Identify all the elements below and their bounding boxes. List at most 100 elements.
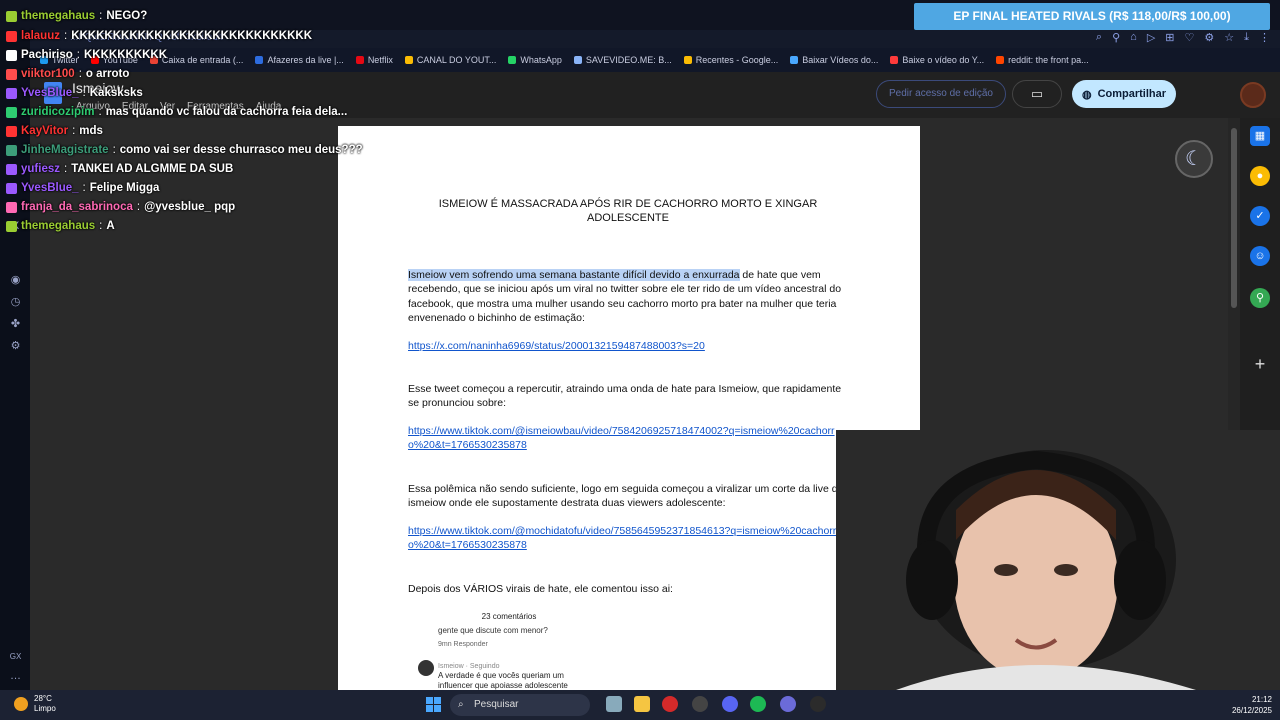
opera-gx-icon[interactable] [662, 696, 678, 712]
chat-message: franja_da_sabrinoca: @yvesblue_ pqp [6, 201, 235, 213]
request-edit-access-button[interactable]: Pedir acesso de edição [876, 80, 1006, 108]
link-3[interactable]: https://www.tiktok.com/@mochidatofu/vide… [408, 524, 848, 553]
meet-button[interactable]: ▭ [1012, 80, 1062, 108]
keep-icon[interactable]: ● [1250, 166, 1270, 186]
document-heading: ISMEIOW É MASSACRADA APÓS RIR DE CACHORR… [438, 198, 818, 224]
bookmark-item[interactable]: Baixar Vídeos do... [790, 55, 878, 65]
paragraph-2: Esse tweet começou a repercutir, atraind… [408, 383, 842, 410]
bookmark-favicon-icon [683, 56, 692, 64]
chat-badge-icon [6, 10, 17, 22]
windows-start-icon[interactable] [426, 697, 441, 712]
bookmark-favicon-icon [790, 56, 799, 64]
share-label: Compartilhar [1097, 88, 1167, 100]
heart-icon[interactable]: ♡ [1185, 31, 1195, 44]
contacts-icon[interactable]: ☺ [1250, 246, 1270, 266]
chat-text: Kaksksks [89, 87, 143, 99]
chat-text: KKKKKKKKKKKKKKKKKKKKKKKKKKKKK [71, 30, 313, 42]
scroll-thumb[interactable] [1231, 128, 1237, 308]
chat-text: @yvesblue_ pqp [144, 201, 236, 213]
chat-message: Pachiriso: KKKKKKKKKK [6, 49, 167, 61]
chat-separator: : [72, 125, 76, 137]
bookmark-item[interactable]: CANAL DO YOUT... [404, 55, 496, 65]
add-icon[interactable]: + [1250, 354, 1270, 374]
pin-icon[interactable]: ⚲ [1112, 31, 1120, 44]
chat-username: yufiesz [21, 163, 60, 175]
tasks-icon[interactable]: ✓ [1250, 206, 1270, 226]
maps-icon[interactable]: ⚲ [1250, 288, 1270, 308]
chat-username: franja_da_sabrinoca [21, 201, 133, 213]
avatar[interactable] [1240, 82, 1266, 108]
clock[interactable]: 21:12 26/12/2025 [1222, 694, 1272, 716]
discord-icon[interactable] [722, 696, 738, 712]
bookmark-icon[interactable]: ☆ [1224, 31, 1234, 44]
download-icon[interactable]: ⤓ [1244, 31, 1249, 44]
chat-badge-icon [6, 87, 17, 99]
terminal-icon[interactable] [810, 696, 826, 712]
chat-username: JinheMagistrate [21, 144, 109, 156]
bookmark-item[interactable]: Recentes - Google... [683, 55, 778, 65]
bookmark-item[interactable]: reddit: the front pa... [996, 55, 1089, 65]
chat-badge-icon [6, 182, 17, 194]
chat-message: lalauuz: KKKKKKKKKKKKKKKKKKKKKKKKKKKKK [6, 30, 312, 42]
taskbar: 28°C Limpo ⌕ Pesquisar 21:12 26/12/2025 [0, 690, 1280, 720]
bookmark-item[interactable]: WhatsApp [508, 55, 562, 65]
link-1[interactable]: https://x.com/naninha6969/status/2000132… [408, 339, 848, 353]
chat-badge-icon [6, 106, 17, 118]
globe-icon: ◍ [1081, 88, 1092, 101]
chat-username: themegahaus [21, 220, 96, 232]
chat-badge-icon [6, 163, 17, 175]
search-label: Pesquisar [474, 699, 519, 710]
taskbar-search[interactable]: ⌕ Pesquisar [450, 694, 590, 716]
paragraph-1: Ismeiow vem sofrendo uma semana bastante… [408, 268, 848, 325]
puzzle-icon[interactable]: ✤ [9, 318, 22, 331]
chat-badge-icon [6, 220, 17, 232]
embed-title: 23 comentários [481, 612, 537, 621]
clock-date: 26/12/2025 [1231, 706, 1272, 715]
bookmark-label: Baixar Vídeos do... [802, 55, 879, 65]
bookmark-favicon-icon [508, 56, 517, 64]
extensions-icon[interactable]: ⚙ [1204, 31, 1214, 44]
settings-icon[interactable]: ⚙ [9, 340, 22, 353]
chat-username: YvesBlue_ [21, 182, 79, 194]
bookmark-item[interactable]: SAVEVIDEO.ME: B... [573, 55, 672, 65]
spotify-icon[interactable] [750, 696, 766, 712]
obs-icon[interactable] [692, 696, 708, 712]
bookmark-item[interactable]: Baixe o vídeo do Y... [890, 55, 984, 65]
sun-icon [14, 697, 28, 711]
document-page[interactable]: ISMEIOW É MASSACRADA APÓS RIR DE CACHORR… [338, 126, 920, 690]
search-icon: ⌕ [458, 699, 464, 710]
weather-widget[interactable]: 28°C Limpo [14, 694, 56, 714]
history-icon[interactable]: ◷ [9, 296, 22, 309]
tag-icon[interactable]: ⌂ [1130, 31, 1137, 44]
grid-icon[interactable]: ⊞ [1165, 31, 1174, 44]
chat-text: como vai ser desse churrasco meu deus??? [119, 144, 363, 156]
share-button[interactable]: ◍ Compartilhar [1072, 80, 1176, 108]
play-circle-icon[interactable]: ◉ [9, 274, 22, 287]
moon-icon[interactable]: ☾ [1175, 140, 1213, 178]
goal-banner: EP FINAL HEATED RIVALS (R$ 118,00/R$ 100… [914, 3, 1270, 30]
app-icon[interactable] [780, 696, 796, 712]
chat-username: themegahaus [21, 10, 96, 22]
gx-icon[interactable]: GX [9, 650, 22, 663]
file-explorer-icon[interactable] [634, 696, 650, 712]
embed-comment-3: influencer que apoiasse adolescente [438, 681, 568, 690]
more-icon[interactable]: … [9, 670, 22, 683]
chat-username: YvesBlue_ [21, 87, 79, 99]
task-view-icon[interactable] [606, 696, 622, 712]
chat-badge-icon [6, 125, 17, 137]
menu-icon[interactable]: ⋮ [1259, 31, 1270, 44]
play-icon[interactable]: ▷ [1147, 31, 1155, 44]
chat-separator: : [63, 30, 68, 42]
calendar-icon[interactable]: ▦ [1250, 126, 1270, 146]
weather-temp: 28°C [34, 694, 52, 703]
link-2[interactable]: https://www.tiktok.com/@ismeiowbau/video… [408, 424, 848, 453]
bookmark-favicon-icon [404, 56, 413, 64]
bookmark-label: SAVEVIDEO.ME: B... [585, 55, 672, 65]
chat-message: themegahaus: NEGO? [6, 10, 147, 22]
chat-separator: : [82, 182, 86, 194]
chat-separator: : [98, 106, 102, 118]
zoom-icon[interactable]: ⌕ [1096, 31, 1102, 44]
bookmark-favicon-icon [890, 56, 899, 64]
bookmark-favicon-icon [573, 56, 582, 64]
chat-separator: : [78, 68, 82, 80]
